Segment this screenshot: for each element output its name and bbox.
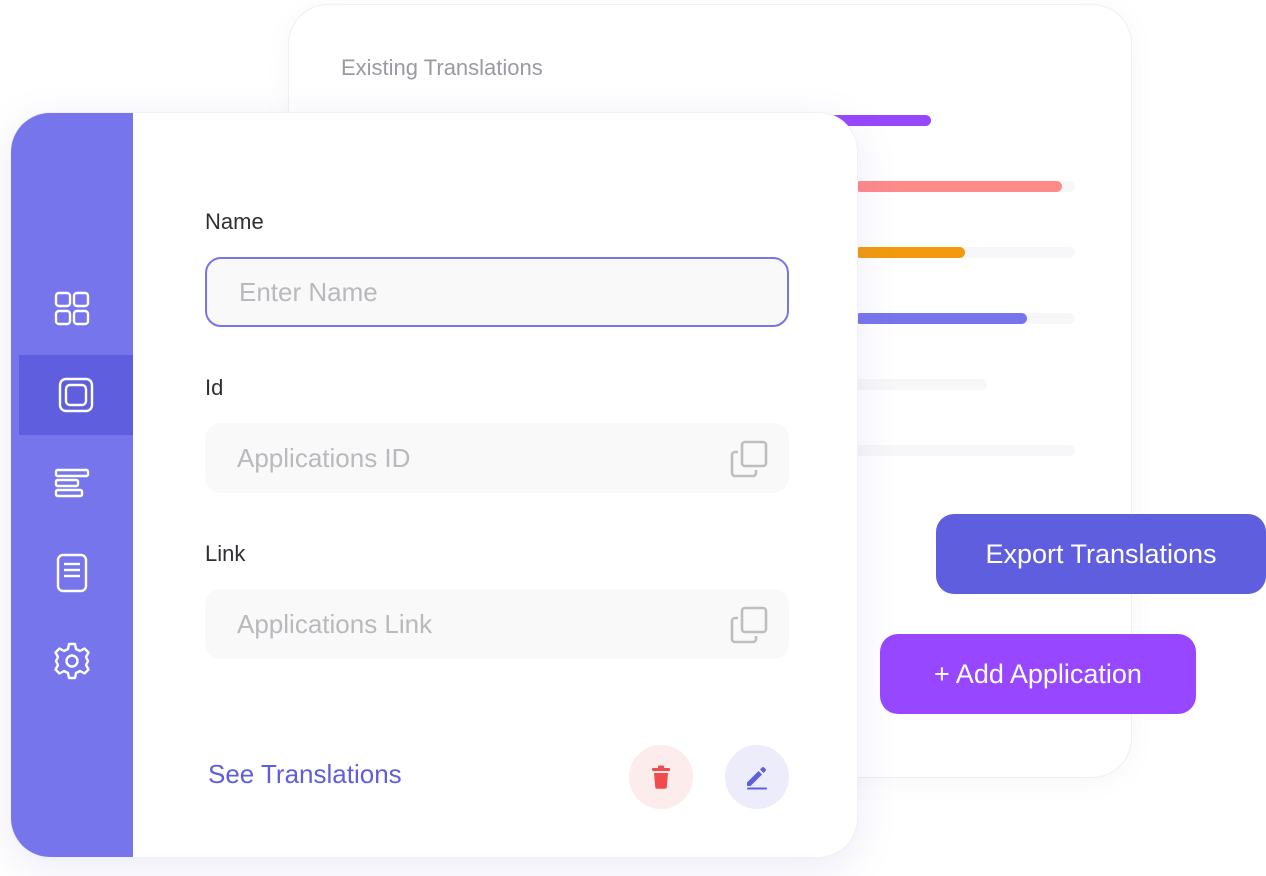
id-label: Id bbox=[205, 375, 224, 400]
translation-bar bbox=[855, 379, 987, 390]
sidebar-item-translations[interactable] bbox=[11, 443, 133, 523]
translation-bar-fill bbox=[855, 181, 1062, 192]
id-field[interactable]: Applications ID bbox=[205, 423, 789, 493]
add-application-button[interactable]: + Add Application bbox=[880, 634, 1196, 714]
document-icon bbox=[56, 553, 88, 593]
name-placeholder: Enter Name bbox=[239, 276, 378, 307]
link-placeholder: Applications Link bbox=[237, 608, 433, 639]
sidebar bbox=[11, 113, 133, 857]
copy-icon[interactable] bbox=[729, 439, 769, 479]
translation-bar-fill bbox=[855, 247, 965, 258]
export-translations-button[interactable]: Export Translations bbox=[936, 514, 1266, 594]
id-placeholder: Applications ID bbox=[237, 442, 411, 473]
align-left-icon bbox=[54, 468, 90, 498]
edit-button[interactable] bbox=[725, 745, 789, 809]
application-card: Name Enter Name Id Applications ID Link … bbox=[10, 112, 858, 858]
name-label: Name bbox=[205, 209, 264, 234]
translation-bar bbox=[855, 247, 1075, 258]
sidebar-item-dashboard[interactable] bbox=[11, 269, 133, 349]
see-translations-link[interactable]: See Translations bbox=[208, 759, 402, 790]
translation-bar-fill bbox=[855, 313, 1027, 324]
pencil-icon bbox=[747, 767, 767, 790]
gear-icon bbox=[54, 642, 90, 680]
link-field[interactable]: Applications Link bbox=[205, 589, 789, 659]
translation-bar bbox=[855, 313, 1075, 324]
existing-translations-title: Existing Translations bbox=[341, 55, 543, 80]
name-input[interactable]: Enter Name bbox=[205, 257, 789, 327]
sidebar-item-documents[interactable] bbox=[11, 533, 133, 613]
grid-icon bbox=[54, 291, 90, 326]
square-icon bbox=[58, 377, 94, 413]
copy-icon[interactable] bbox=[729, 605, 769, 645]
sidebar-item-settings[interactable] bbox=[11, 621, 133, 701]
translation-bar bbox=[855, 445, 1075, 456]
trash-icon bbox=[652, 765, 670, 789]
translation-bar bbox=[855, 181, 1075, 192]
sidebar-item-applications[interactable] bbox=[19, 355, 133, 435]
delete-button[interactable] bbox=[629, 745, 693, 809]
link-label: Link bbox=[205, 541, 246, 566]
